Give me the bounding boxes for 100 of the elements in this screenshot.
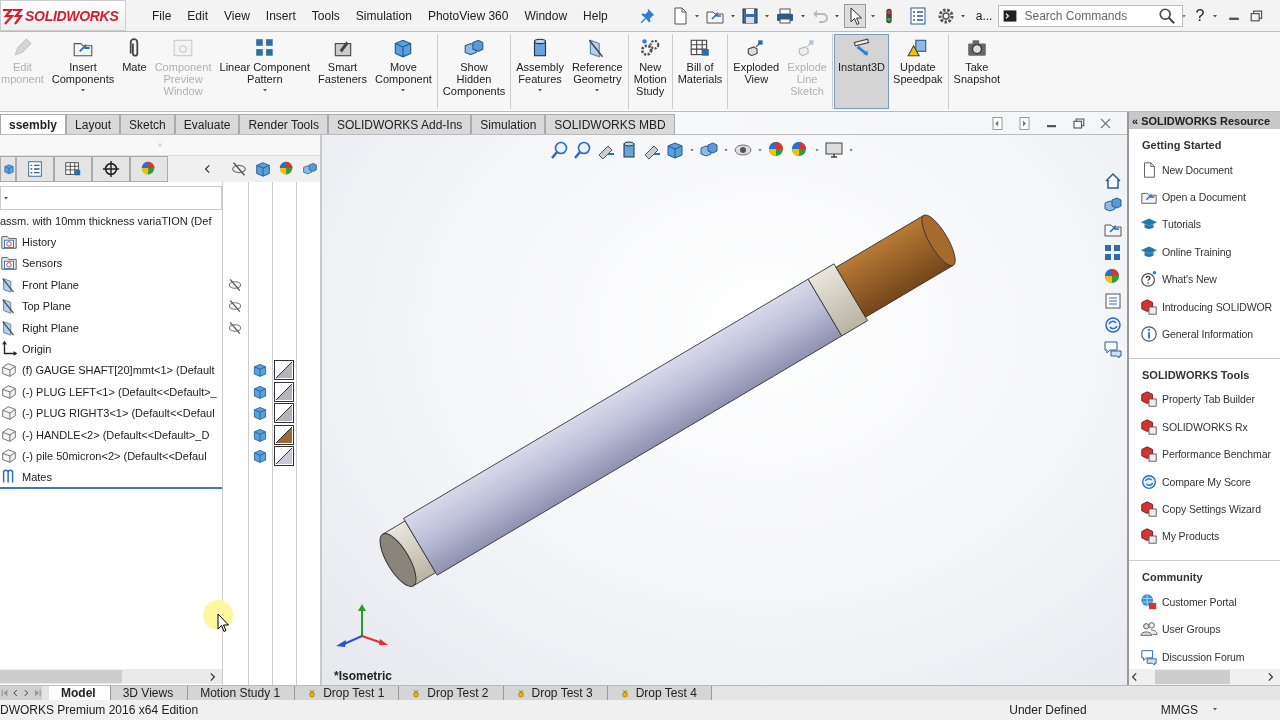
zoom-fit-icon[interactable] [550, 140, 570, 160]
restore-icon[interactable] [1071, 115, 1086, 131]
resource-link[interactable]: SOLIDWORKS Rx [1162, 420, 1248, 433]
ribbon-button[interactable]: Bill of Materials [673, 34, 727, 109]
ribbon-button[interactable]: Move Component [370, 34, 436, 109]
cube-icon[interactable] [254, 160, 272, 178]
appearance-swatch[interactable] [274, 381, 294, 402]
search-icon[interactable] [1158, 6, 1177, 25]
ribbon-button[interactable]: Take Snapshot [949, 34, 1005, 109]
resource-link[interactable]: My Products [1162, 530, 1220, 543]
resource-link[interactable]: Open a Document [1162, 191, 1246, 204]
dimension-tab[interactable] [92, 156, 130, 182]
command-tab[interactable]: Layout [66, 114, 121, 134]
model-tab[interactable]: Drop Test 2 [399, 686, 504, 700]
menu-item[interactable]: Edit [187, 8, 209, 23]
command-tab[interactable]: Render Tools [239, 114, 328, 134]
units-selector[interactable]: MMGS [1160, 703, 1198, 717]
resource-link[interactable]: Tutorials [1162, 218, 1201, 231]
display-state-icon[interactable] [252, 448, 268, 464]
rollback-bar[interactable] [0, 487, 222, 490]
tree-item[interactable]: (f) GAUGE SHAFT[20]mmt<1> (Default [22, 364, 215, 377]
resource-link[interactable]: Copy Settings Wizard [1162, 503, 1261, 515]
command-tab[interactable]: Evaluate [174, 114, 240, 134]
forum-icon[interactable] [1103, 339, 1123, 359]
tree-item[interactable]: (-) PLUG RIGHT3<1> (Default<<Defaul [22, 407, 215, 420]
menu-item[interactable]: View [224, 8, 250, 23]
hidden-eye-icon[interactable] [227, 276, 243, 293]
ribbon-button[interactable]: Smart Fasteners [314, 34, 371, 109]
hidden-eye-icon[interactable] [230, 160, 248, 178]
next-page-icon[interactable] [1017, 115, 1032, 131]
select-pointer-icon[interactable] [843, 3, 866, 28]
command-tab[interactable]: SOLIDWORKS Add-Ins [327, 114, 472, 134]
save-icon[interactable] [739, 5, 760, 26]
tree-tab[interactable] [0, 156, 16, 182]
zoom-area-icon[interactable] [573, 140, 593, 160]
resource-link[interactable]: Introducing SOLIDWOR [1162, 300, 1273, 313]
ribbon-button[interactable]: Reference Geometry [567, 34, 627, 109]
tree-item[interactable]: Sensors [22, 257, 63, 270]
scrollbar-thumb[interactable] [1155, 670, 1230, 684]
resource-link[interactable]: Online Training [1162, 245, 1232, 258]
model-tab[interactable]: Drop Test 3 [503, 686, 608, 700]
search-input[interactable]: Search Commands [1022, 7, 1155, 24]
overflow-label[interactable]: a... [975, 8, 993, 23]
menu-item[interactable]: Window [524, 8, 568, 23]
command-tab[interactable]: ssembly [0, 114, 67, 134]
home-icon[interactable] [1103, 171, 1123, 191]
ribbon-button[interactable]: Mate [118, 34, 151, 109]
collapse-button[interactable]: « [1132, 114, 1139, 127]
tree-item[interactable]: Origin [22, 343, 52, 356]
filter-field[interactable] [0, 186, 222, 210]
model-tab[interactable]: Model [49, 686, 111, 700]
resource-link[interactable]: Property Tab Builder [1162, 393, 1255, 406]
view-palette-icon[interactable] [1103, 243, 1123, 263]
display-state-icon[interactable] [252, 362, 268, 379]
ribbon-button[interactable]: Instant3D [833, 34, 890, 109]
model-tab[interactable]: 3D Views [110, 686, 189, 700]
resource-link[interactable]: Compare My Score [1162, 475, 1251, 488]
help-button[interactable]: ? [1195, 6, 1205, 25]
tree-item[interactable]: (-) HANDLE<2> (Default<<Default>_D [22, 428, 210, 441]
command-tab[interactable]: SOLIDWORKS MBD [545, 114, 675, 134]
view-settings-icon[interactable] [824, 140, 844, 160]
scrollbar-thumb[interactable] [0, 670, 122, 683]
resource-link[interactable]: User Groups [1162, 623, 1221, 636]
tree-root-label[interactable]: assm. with 10mm thickness variaTION (Def [0, 214, 212, 227]
search-field[interactable]: Search Commands [998, 4, 1184, 27]
previous-page-icon[interactable] [990, 115, 1005, 131]
view-orientation-icon[interactable] [665, 140, 685, 160]
ribbon-button[interactable]: New Motion Study [629, 34, 671, 109]
sash-handle-icon[interactable] [155, 140, 165, 150]
menu-item[interactable]: PhotoView 360 [427, 8, 509, 23]
tree-item[interactable]: (-) pile 50micron<2> (Default<<Defaul [22, 450, 207, 462]
display-state-icon[interactable] [252, 426, 268, 443]
menu-item[interactable]: Simulation [355, 8, 412, 23]
resource-link[interactable]: Customer Portal [1162, 595, 1237, 608]
command-tab[interactable]: Sketch [120, 114, 175, 134]
tree-item[interactable]: Right Plane [22, 321, 79, 334]
ribbon-button[interactable]: Update Speedpak [889, 34, 947, 109]
hidden-eye-icon[interactable] [227, 319, 243, 336]
display-state-icon[interactable] [252, 383, 268, 400]
tree-item[interactable]: (-) PLUG LEFT<1> (Default<<Default>_ [22, 385, 217, 398]
refresh-icon[interactable] [1103, 315, 1123, 335]
next-tab-icon[interactable] [21, 688, 31, 698]
ribbon-button[interactable]: Assembly Features [512, 34, 568, 109]
ribbon-button[interactable]: Insert Components [47, 34, 119, 109]
resource-link[interactable]: Discussion Forum [1162, 650, 1245, 663]
menu-item[interactable]: Insert [265, 8, 296, 23]
resource-link[interactable]: New Document [1162, 163, 1233, 176]
model-tab[interactable]: Motion Study 1 [188, 686, 296, 700]
ribbon-button[interactable]: Exploded View [729, 34, 784, 109]
resource-link[interactable]: Performance Benchmar [1162, 448, 1271, 461]
tree-item[interactable]: Top Plane [22, 300, 71, 313]
menu-item[interactable]: Help [583, 8, 608, 23]
appearance-swatch[interactable] [274, 360, 294, 381]
display-tab[interactable] [130, 156, 168, 182]
resource-link[interactable]: General Information [1162, 328, 1253, 341]
menu-item[interactable]: File [152, 8, 172, 23]
display-state-icon[interactable] [252, 405, 268, 422]
ribbon-button[interactable]: Show Hidden Components [438, 34, 510, 109]
ribbon-button[interactable]: Linear Component Pattern [215, 34, 315, 109]
appearance-swatch[interactable] [274, 403, 294, 424]
